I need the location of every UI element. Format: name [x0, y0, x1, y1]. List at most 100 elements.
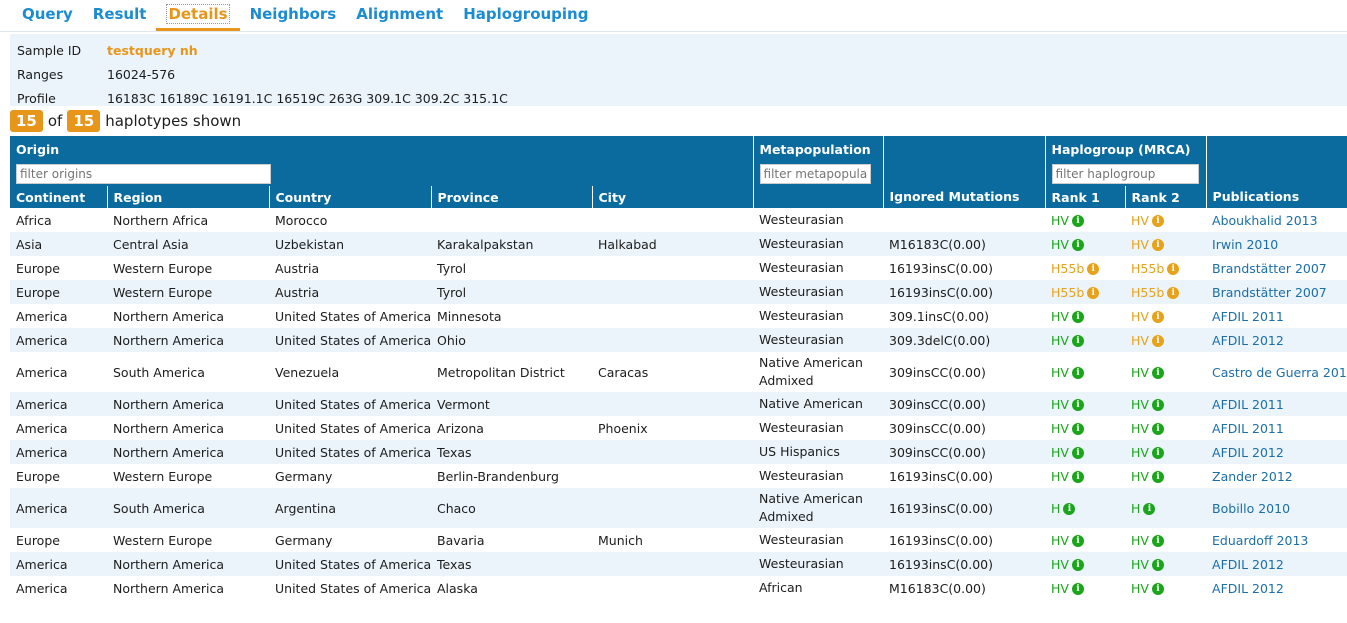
table-row[interactable]: Europe Western Europe Austria Tyrol Westeura…	[10, 256, 1347, 280]
table-row[interactable]: Africa Northern Africa Morocco Westeurasian…	[10, 208, 1347, 232]
haplogroup-label[interactable]: HV	[1131, 333, 1149, 348]
rank1-header[interactable]: Rank 1	[1044, 186, 1126, 208]
haplogroup-label[interactable]: HV	[1051, 557, 1069, 572]
haplogroup-label[interactable]: HV	[1051, 237, 1069, 252]
publications-header[interactable]: Publications	[1205, 136, 1347, 208]
haplogroup-label[interactable]: HV	[1051, 469, 1069, 484]
rank2-header[interactable]: Rank 2	[1124, 186, 1207, 208]
info-icon[interactable]: i	[1151, 399, 1164, 411]
info-icon[interactable]: i	[1071, 423, 1084, 435]
publication-link[interactable]: AFDIL 2011	[1212, 309, 1284, 324]
info-icon[interactable]: i	[1151, 583, 1164, 595]
publication-link[interactable]: AFDIL 2012	[1212, 557, 1284, 572]
table-row[interactable]: America Northern America United States of …	[10, 416, 1347, 440]
haplogroup-label[interactable]: HV	[1131, 421, 1149, 436]
region-header[interactable]: Region	[106, 186, 269, 208]
haplogroup-label[interactable]: HV	[1131, 581, 1149, 596]
haplogroup-label[interactable]: H	[1051, 501, 1060, 516]
city-header[interactable]: City	[591, 186, 754, 208]
info-icon[interactable]: i	[1151, 367, 1164, 379]
tab-haplogrouping[interactable]: Haplogrouping	[453, 5, 598, 31]
haplogroup-label[interactable]: H55b	[1051, 285, 1084, 300]
haplogroup-label[interactable]: HV	[1131, 237, 1149, 252]
haplogroup-label[interactable]: HV	[1131, 365, 1149, 380]
publication-link[interactable]: Eduardoff 2013	[1212, 533, 1308, 548]
publication-link[interactable]: AFDIL 2012	[1212, 581, 1284, 596]
publication-link[interactable]: AFDIL 2012	[1212, 445, 1284, 460]
haplogroup-label[interactable]: HV	[1131, 445, 1149, 460]
info-icon[interactable]: i	[1071, 311, 1084, 323]
tab-query[interactable]: Query	[12, 5, 83, 31]
table-row[interactable]: America Northern America United States of …	[10, 576, 1347, 600]
publication-link[interactable]: Bobillo 2010	[1212, 501, 1290, 516]
haplogroup-label[interactable]: H	[1131, 501, 1140, 516]
table-row[interactable]: America South America Venezuela Metropolita…	[10, 352, 1347, 392]
info-icon[interactable]: i	[1087, 287, 1100, 299]
table-row[interactable]: America Northern America United States of …	[10, 392, 1347, 416]
publication-link[interactable]: Brandstätter 2007	[1212, 285, 1327, 300]
haplogroup-label[interactable]: HV	[1051, 397, 1069, 412]
continent-header[interactable]: Continent	[10, 186, 107, 208]
publication-link[interactable]: Irwin 2010	[1212, 237, 1278, 252]
info-icon[interactable]: i	[1063, 503, 1076, 515]
table-row[interactable]: America Northern America United States of …	[10, 440, 1347, 464]
info-icon[interactable]: i	[1167, 287, 1180, 299]
info-icon[interactable]: i	[1071, 559, 1084, 571]
info-icon[interactable]: i	[1071, 335, 1084, 347]
haplogroup-label[interactable]: HV	[1051, 581, 1069, 596]
haplogroup-label[interactable]: H55b	[1051, 261, 1084, 276]
haplogroup-label[interactable]: HV	[1131, 309, 1149, 324]
info-icon[interactable]: i	[1151, 535, 1164, 547]
province-header[interactable]: Province	[430, 186, 592, 208]
info-icon[interactable]: i	[1071, 367, 1084, 379]
info-icon[interactable]: i	[1151, 239, 1164, 251]
info-icon[interactable]: i	[1071, 583, 1084, 595]
haplogroup-label[interactable]: HV	[1051, 309, 1069, 324]
tab-neighbors[interactable]: Neighbors	[240, 5, 347, 31]
publication-link[interactable]: Zander 2012	[1212, 469, 1293, 484]
filter-metapopulation-input[interactable]	[759, 164, 871, 184]
haplogroup-label[interactable]: HV	[1051, 333, 1069, 348]
haplogroup-label[interactable]: HV	[1131, 557, 1149, 572]
info-icon[interactable]: i	[1151, 471, 1164, 483]
haplogroup-label[interactable]: HV	[1051, 445, 1069, 460]
info-icon[interactable]: i	[1151, 447, 1164, 459]
info-icon[interactable]: i	[1151, 311, 1164, 323]
publication-link[interactable]: AFDIL 2011	[1212, 397, 1284, 412]
table-row[interactable]: America Northern America United States of …	[10, 304, 1347, 328]
haplogroup-label[interactable]: HV	[1051, 421, 1069, 436]
publication-link[interactable]: AFDIL 2011	[1212, 421, 1284, 436]
table-row[interactable]: Asia Central Asia Uzbekistan Karakalpakstan…	[10, 232, 1347, 256]
table-row[interactable]: America Northern America United States of …	[10, 328, 1347, 352]
info-icon[interactable]: i	[1071, 399, 1084, 411]
haplogroup-label[interactable]: HV	[1051, 533, 1069, 548]
table-row[interactable]: Europe Western Europe Austria Tyrol Westeura…	[10, 280, 1347, 304]
info-icon[interactable]: i	[1151, 423, 1164, 435]
publication-link[interactable]: Aboukhalid 2013	[1212, 213, 1318, 228]
haplogroup-label[interactable]: HV	[1131, 213, 1149, 228]
tab-details[interactable]: Details	[156, 4, 240, 31]
info-icon[interactable]: i	[1071, 215, 1084, 227]
haplogroup-label[interactable]: HV	[1051, 213, 1069, 228]
haplogroup-label[interactable]: H55b	[1131, 261, 1164, 276]
info-icon[interactable]: i	[1071, 239, 1084, 251]
country-header[interactable]: Country	[268, 186, 431, 208]
publication-link[interactable]: Brandstätter 2007	[1212, 261, 1327, 276]
ignored-mutations-header[interactable]: Ignored Mutations	[882, 136, 1046, 208]
info-icon[interactable]: i	[1143, 503, 1156, 515]
info-icon[interactable]: i	[1071, 535, 1084, 547]
haplogroup-label[interactable]: HV	[1131, 533, 1149, 548]
table-row[interactable]: Europe Western Europe Germany Berlin-Brande…	[10, 464, 1347, 488]
table-row[interactable]: Europe Western Europe Germany Bavaria Munich…	[10, 528, 1347, 552]
info-icon[interactable]: i	[1167, 263, 1180, 275]
tab-alignment[interactable]: Alignment	[346, 5, 453, 31]
publication-link[interactable]: AFDIL 2012	[1212, 333, 1284, 348]
info-icon[interactable]: i	[1071, 471, 1084, 483]
haplogroup-label[interactable]: HV	[1051, 365, 1069, 380]
info-icon[interactable]: i	[1087, 263, 1100, 275]
haplogroup-label[interactable]: H55b	[1131, 285, 1164, 300]
filter-haplogroup-input[interactable]	[1051, 164, 1199, 184]
table-row[interactable]: America South America Argentina Chaco Native…	[10, 488, 1347, 528]
table-row[interactable]: America Northern America United States of …	[10, 552, 1347, 576]
info-icon[interactable]: i	[1151, 559, 1164, 571]
